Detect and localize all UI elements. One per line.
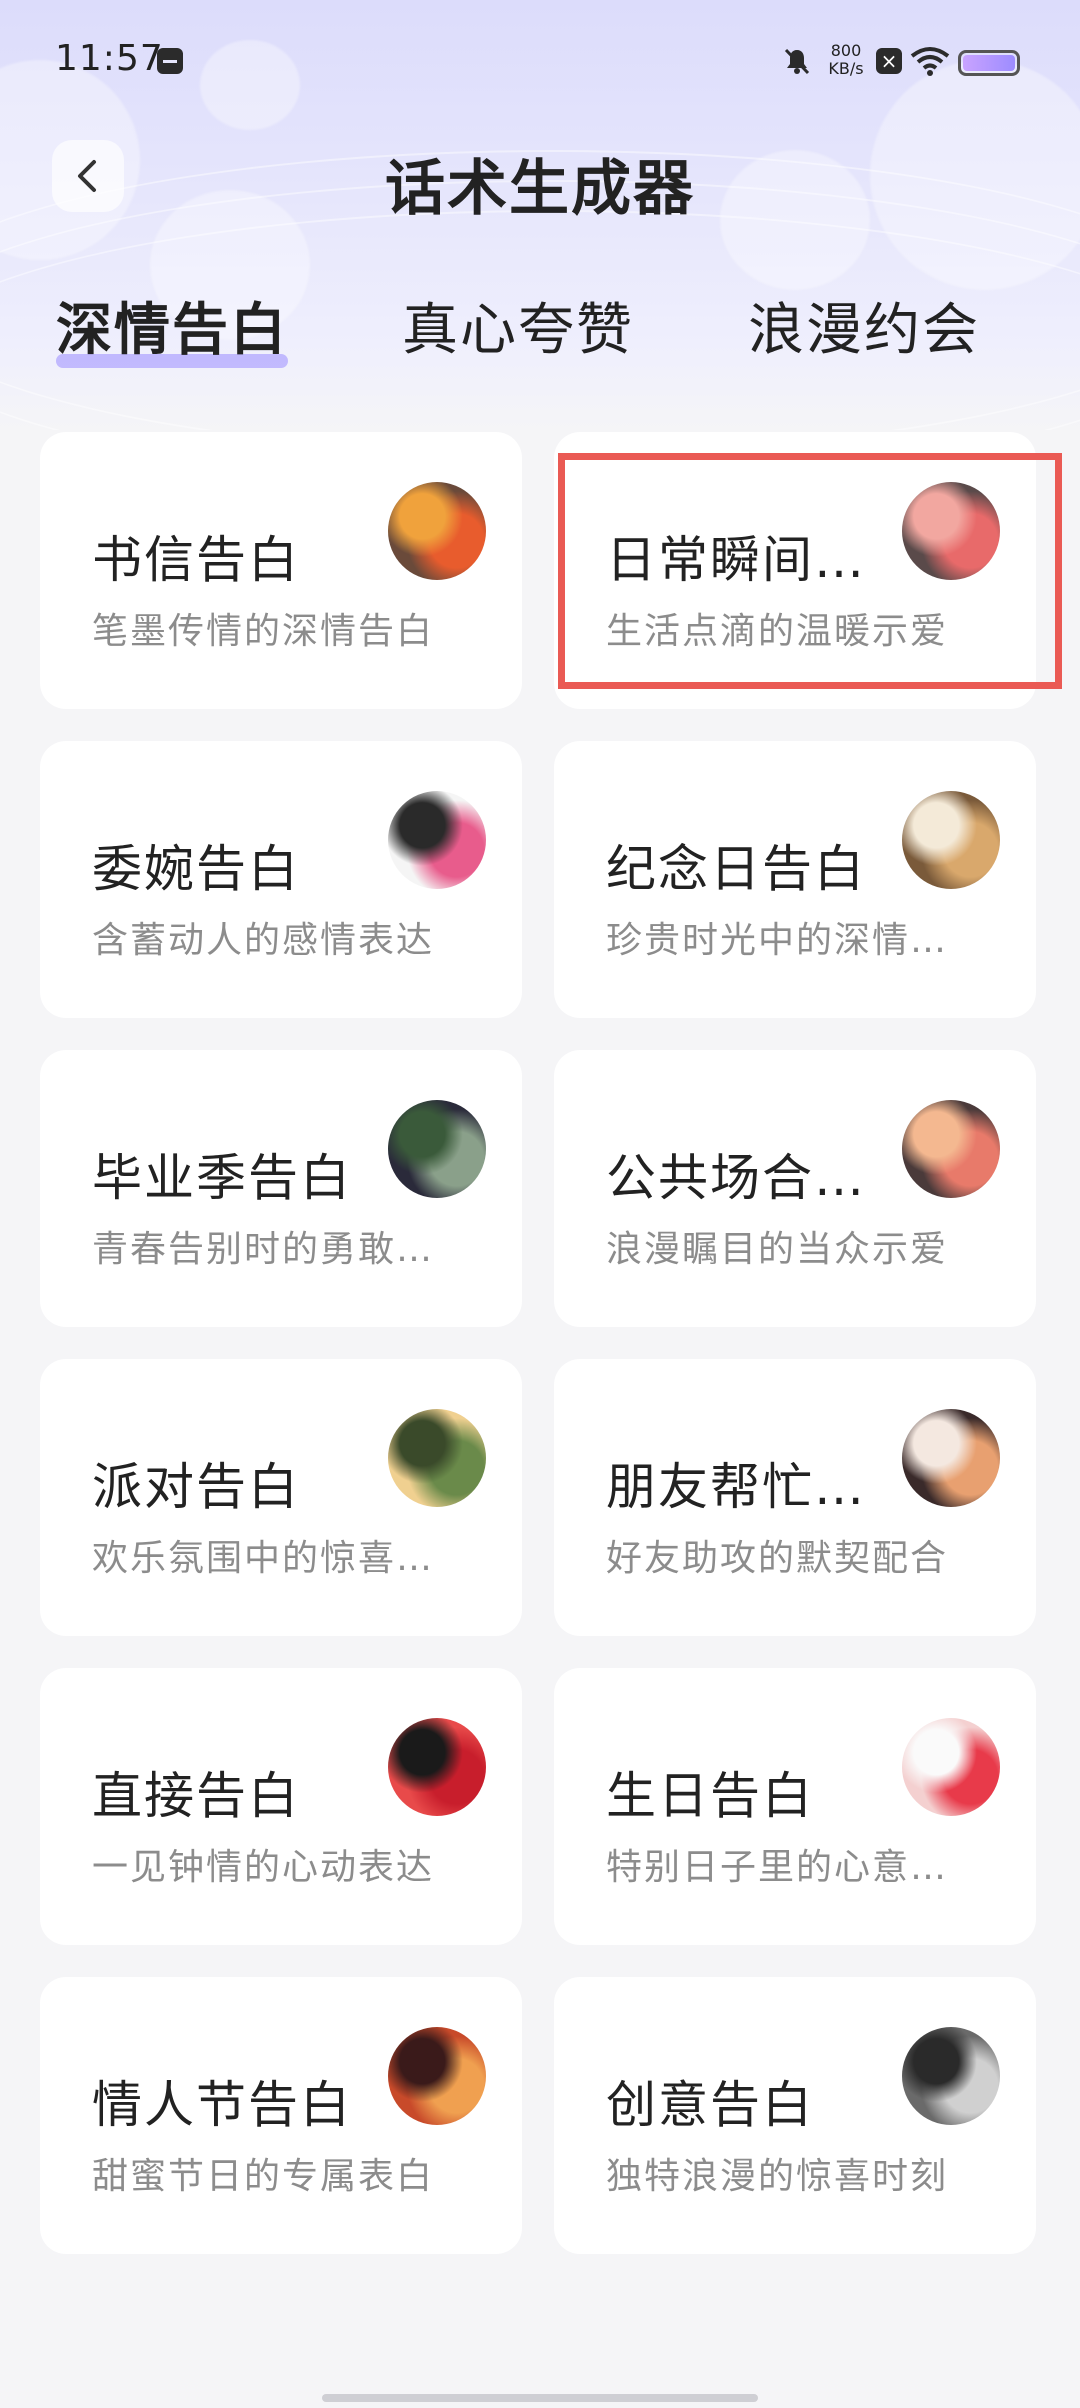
scenario-card[interactable]: 派对告白 欢乐氛围中的惊喜… [40, 1359, 522, 1636]
battery-icon [958, 50, 1020, 76]
close-app-icon: × [876, 48, 902, 74]
card-thumbnail [388, 482, 486, 580]
card-title: 朋友帮忙… [606, 1458, 866, 1516]
card-subtitle: 一见钟情的心动表达 [92, 1847, 435, 1888]
card-thumbnail [902, 2027, 1000, 2125]
card-title: 创意告白 [606, 2076, 814, 2134]
scenario-card[interactable]: 生日告白 特别日子里的心意… [554, 1668, 1036, 1945]
card-title: 公共场合… [606, 1149, 866, 1207]
tab-deep-confession[interactable]: 深情告白 [56, 285, 288, 368]
card-subtitle: 珍贵时光中的深情… [606, 920, 949, 961]
home-indicator[interactable] [322, 2394, 758, 2402]
card-thumbnail [902, 1409, 1000, 1507]
tab-label: 深情告白 [56, 298, 288, 363]
card-title: 纪念日告白 [606, 840, 866, 898]
card-subtitle: 生活点滴的温暖示爱 [606, 611, 949, 652]
scenario-card[interactable]: 公共场合… 浪漫瞩目的当众示爱 [554, 1050, 1036, 1327]
card-thumbnail [902, 482, 1000, 580]
tab-label: 浪漫约会 [748, 298, 980, 363]
card-title: 委婉告白 [92, 840, 300, 898]
card-thumbnail [388, 1409, 486, 1507]
card-title: 直接告白 [92, 1767, 300, 1825]
clock: 11:57 [55, 38, 164, 79]
card-thumbnail [388, 1718, 486, 1816]
card-subtitle: 欢乐氛围中的惊喜… [92, 1538, 435, 1579]
card-subtitle: 好友助攻的默契配合 [606, 1538, 949, 1579]
wifi-icon [910, 47, 950, 76]
card-thumbnail [388, 1100, 486, 1198]
card-thumbnail [902, 1100, 1000, 1198]
card-thumbnail [388, 791, 486, 889]
scenario-card[interactable]: 委婉告白 含蓄动人的感情表达 [40, 741, 522, 1018]
card-title: 日常瞬间… [606, 531, 866, 589]
card-thumbnail [902, 791, 1000, 889]
card-subtitle: 青春告别时的勇敢… [92, 1229, 435, 1270]
scenario-card[interactable]: 纪念日告白 珍贵时光中的深情… [554, 741, 1036, 1018]
scenario-card[interactable]: 书信告白 笔墨传情的深情告白 [40, 432, 522, 709]
scenario-card[interactable]: 日常瞬间… 生活点滴的温暖示爱 [554, 432, 1036, 709]
mute-bell-icon [784, 48, 810, 75]
card-subtitle: 独特浪漫的惊喜时刻 [606, 2156, 949, 2197]
card-thumbnail [902, 1718, 1000, 1816]
card-title: 派对告白 [92, 1458, 300, 1516]
net-speed-unit: KB/s [828, 59, 864, 78]
network-speed: 800 KB/s [826, 42, 866, 78]
message-notification-icon [157, 48, 183, 74]
card-subtitle: 甜蜜节日的专属表白 [92, 2156, 435, 2197]
tab-sincere-praise[interactable]: 真心夸赞 [402, 285, 634, 366]
scenario-card[interactable]: 情人节告白 甜蜜节日的专属表白 [40, 1977, 522, 2254]
card-title: 情人节告白 [92, 2076, 352, 2134]
scenario-card[interactable]: 直接告白 一见钟情的心动表达 [40, 1668, 522, 1945]
card-subtitle: 笔墨传情的深情告白 [92, 611, 435, 652]
scenario-card[interactable]: 毕业季告白 青春告别时的勇敢… [40, 1050, 522, 1327]
net-speed-value: 800 [830, 41, 862, 60]
page-title: 话术生成器 [385, 154, 695, 224]
tab-label: 真心夸赞 [402, 298, 634, 363]
status-bar: 11:57 800 KB/s × [0, 0, 1080, 120]
card-subtitle: 特别日子里的心意… [606, 1847, 949, 1888]
tab-romantic-date[interactable]: 浪漫约会 [748, 285, 980, 366]
scenario-card[interactable]: 创意告白 独特浪漫的惊喜时刻 [554, 1977, 1036, 2254]
card-subtitle: 浪漫瞩目的当众示爱 [606, 1229, 949, 1270]
card-title: 生日告白 [606, 1767, 814, 1825]
card-thumbnail [388, 2027, 486, 2125]
card-title: 书信告白 [92, 531, 300, 589]
card-title: 毕业季告白 [92, 1149, 352, 1207]
card-subtitle: 含蓄动人的感情表达 [92, 920, 435, 961]
scenario-card[interactable]: 朋友帮忙… 好友助攻的默契配合 [554, 1359, 1036, 1636]
category-tabs: 深情告白 真心夸赞 浪漫约会 [0, 285, 1080, 368]
